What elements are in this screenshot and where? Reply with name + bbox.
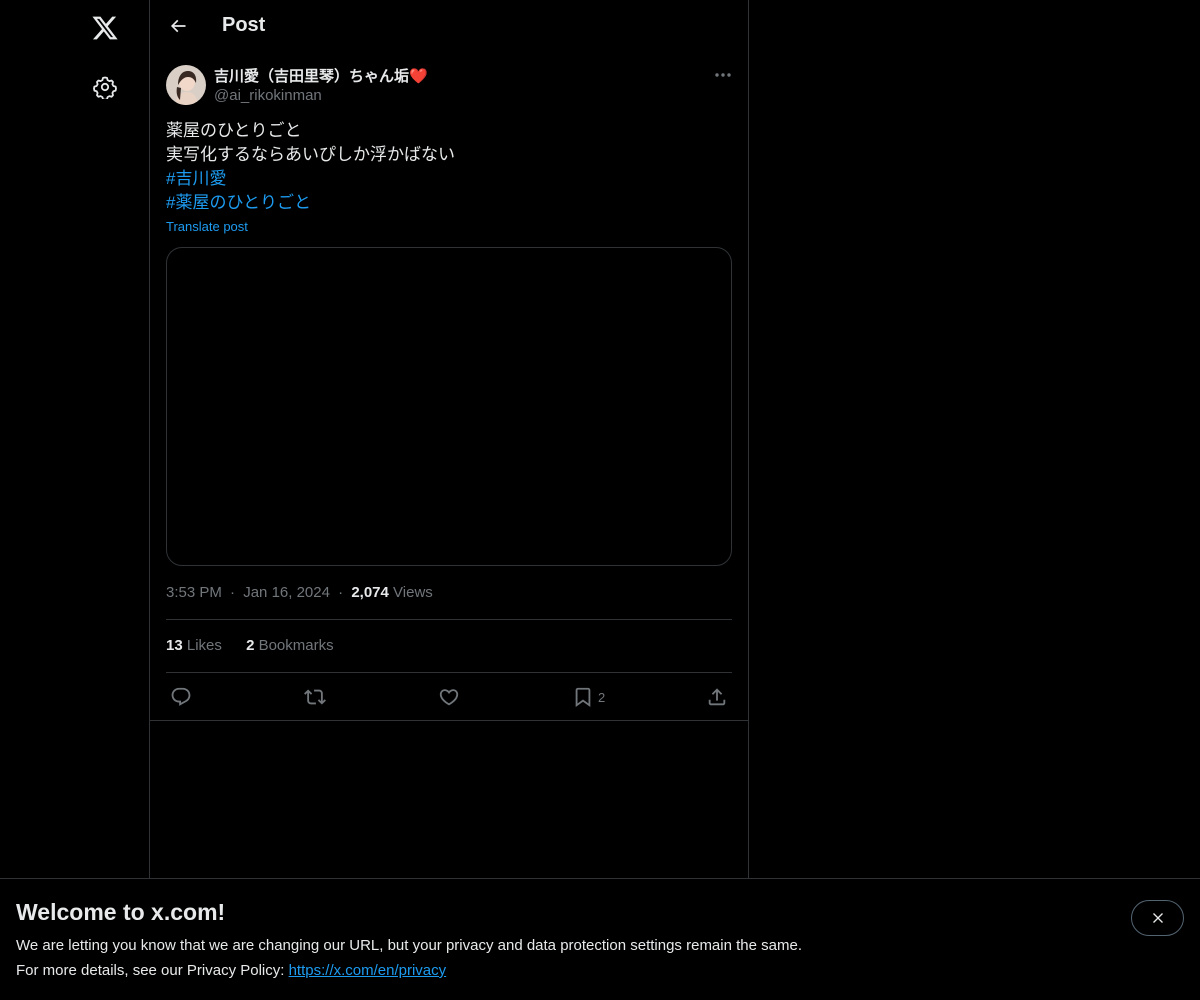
- divider: [166, 672, 732, 673]
- likes-label: Likes: [186, 637, 222, 654]
- x-logo-glyph: [92, 16, 118, 40]
- divider: [166, 619, 732, 620]
- action-bar: 2: [166, 681, 732, 713]
- post-meta: 3:53 PM · Jan 16, 2024 · 2,074 Views: [166, 584, 433, 601]
- avatar-image: [166, 65, 206, 105]
- author-handle[interactable]: @ai_rikokinman: [214, 87, 322, 104]
- close-icon: [1152, 913, 1163, 923]
- repost-icon: [304, 689, 326, 705]
- arrow-left-icon: [170, 19, 186, 33]
- main-column: Post 吉川愛（吉田里琴）ちゃん垢❤️ @ai_rikokinman 薬屋のひ…: [149, 0, 749, 1000]
- views-count: 2,074: [351, 584, 389, 601]
- likes-stat[interactable]: 13 Likes: [166, 637, 222, 654]
- more-options-button[interactable]: [706, 62, 740, 88]
- red-heart-icon: ❤️: [409, 68, 428, 85]
- hashtag-link[interactable]: #吉川愛: [166, 167, 732, 191]
- bookmarks-count: 2: [246, 637, 255, 654]
- banner-title: Welcome to x.com!: [16, 899, 226, 925]
- gear-glyph: [93, 76, 117, 99]
- views-label: Views: [393, 584, 433, 601]
- post-date[interactable]: Jan 16, 2024: [243, 584, 330, 601]
- left-nav: [0, 0, 149, 1000]
- gear-icon[interactable]: [83, 65, 127, 109]
- more-dots-icon: [715, 73, 731, 77]
- reply-button[interactable]: [170, 681, 192, 713]
- divider: [150, 720, 748, 721]
- bookmark-button[interactable]: 2: [572, 681, 605, 713]
- post-stats: 13 Likes 2 Bookmarks: [166, 637, 354, 654]
- translate-post-link[interactable]: Translate post: [166, 219, 248, 234]
- author-name[interactable]: 吉川愛（吉田里琴）ちゃん垢❤️: [214, 65, 428, 86]
- bookmark-icon: [575, 687, 591, 708]
- app-root: Post 吉川愛（吉田里琴）ちゃん垢❤️ @ai_rikokinman 薬屋のひ…: [0, 0, 1200, 1000]
- bookmarks-stat[interactable]: 2 Bookmarks: [246, 637, 334, 654]
- meta-separator: ·: [230, 584, 236, 601]
- avatar[interactable]: [166, 65, 206, 105]
- like-button[interactable]: [438, 681, 460, 713]
- bookmarks-label: Bookmarks: [258, 637, 334, 654]
- banner-details-text: For more details, see our Privacy Policy…: [16, 962, 289, 979]
- x-logo-icon[interactable]: [83, 6, 127, 50]
- bookmark-count: 2: [598, 689, 606, 705]
- meta-separator: ·: [338, 584, 344, 601]
- close-button[interactable]: [1131, 900, 1184, 936]
- post-text-line: 実写化するならあいぴしか浮かばない: [166, 145, 455, 164]
- banner-message: We are letting you know that we are chan…: [16, 937, 802, 954]
- likes-count: 13: [166, 637, 183, 654]
- hashtag-link[interactable]: #薬屋のひとりごと: [166, 191, 732, 215]
- post-text-line: 薬屋のひとりごと: [166, 121, 302, 140]
- share-icon: [708, 688, 726, 706]
- page-header: Post: [150, 0, 748, 53]
- post-text: 薬屋のひとりごと 実写化するならあいぴしか浮かばない #吉川愛 #薬屋のひとりご…: [166, 119, 732, 215]
- back-button[interactable]: [160, 8, 196, 44]
- repost-button[interactable]: [304, 681, 326, 713]
- share-button[interactable]: [706, 681, 728, 713]
- page-title: Post: [222, 14, 266, 36]
- banner-details: For more details, see our Privacy Policy…: [16, 962, 446, 979]
- welcome-banner: Welcome to x.com! We are letting you kno…: [0, 878, 1200, 1000]
- privacy-policy-link[interactable]: https://x.com/en/privacy: [289, 962, 447, 979]
- author-name-text: 吉川愛（吉田里琴）ちゃん垢: [214, 68, 410, 85]
- post-media[interactable]: [166, 247, 732, 566]
- heart-icon: [439, 689, 459, 706]
- reply-icon: [171, 687, 191, 706]
- post-time[interactable]: 3:53 PM: [166, 584, 222, 601]
